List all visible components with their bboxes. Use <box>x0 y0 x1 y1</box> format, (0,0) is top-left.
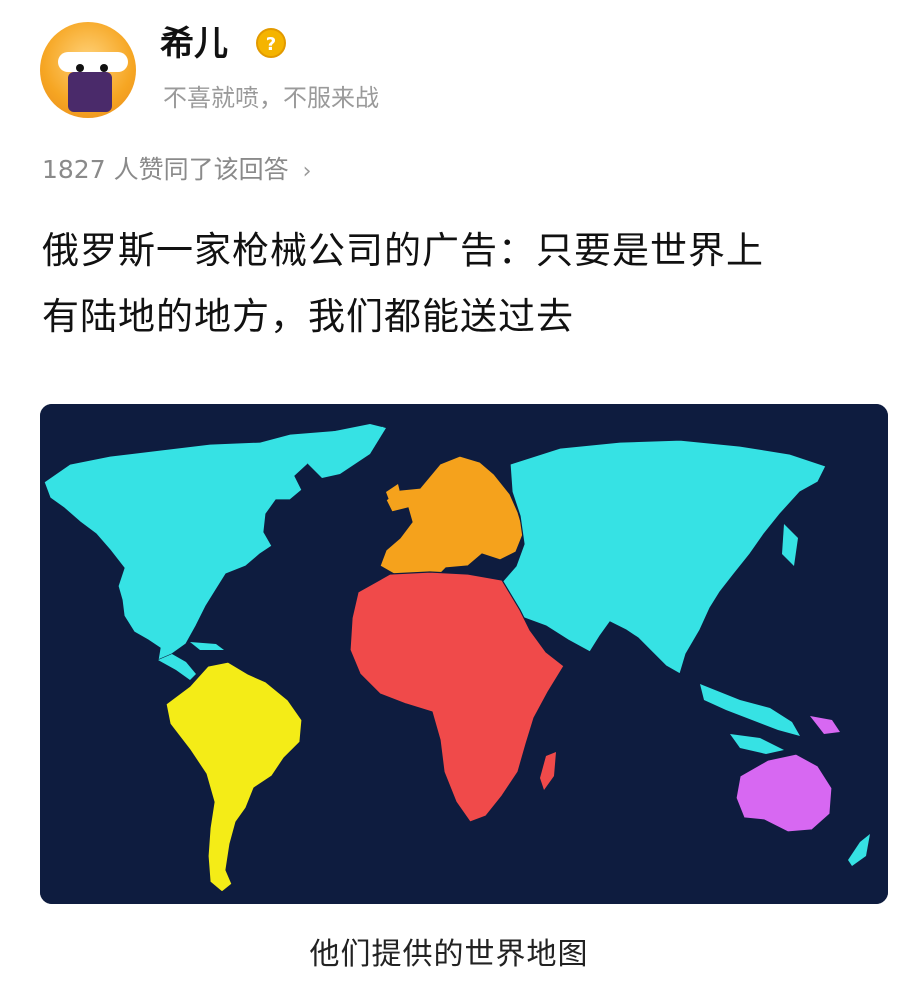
upvote-summary[interactable]: 1827 人赞同了该回答 › <box>42 152 311 190</box>
author-name[interactable]: 希儿 <box>160 22 228 66</box>
answer-text: 俄罗斯一家枪械公司的广告：只要是世界上 有陆地的地方，我们都能送过去 <box>42 218 882 350</box>
verified-badge-icon: ? <box>256 28 286 58</box>
upvote-count-text: 1827 人赞同了该回答 <box>42 155 289 184</box>
answer-line-2: 有陆地的地方，我们都能送过去 <box>42 295 574 338</box>
avatar-face-shape <box>68 72 112 112</box>
chevron-right-icon: › <box>302 159 312 184</box>
world-map-svg <box>40 404 888 904</box>
avatar-eye-left <box>76 64 84 72</box>
avatar-hat-shape <box>58 52 128 72</box>
world-map-image[interactable] <box>40 404 888 904</box>
image-caption: 他们提供的世界地图 <box>309 937 589 972</box>
avatar-eye-right <box>100 64 108 72</box>
answer-line-1: 俄罗斯一家枪械公司的广告：只要是世界上 <box>42 229 764 272</box>
avatar[interactable] <box>40 22 136 118</box>
author-bio: 不喜就喷，不服来战 <box>163 84 379 112</box>
